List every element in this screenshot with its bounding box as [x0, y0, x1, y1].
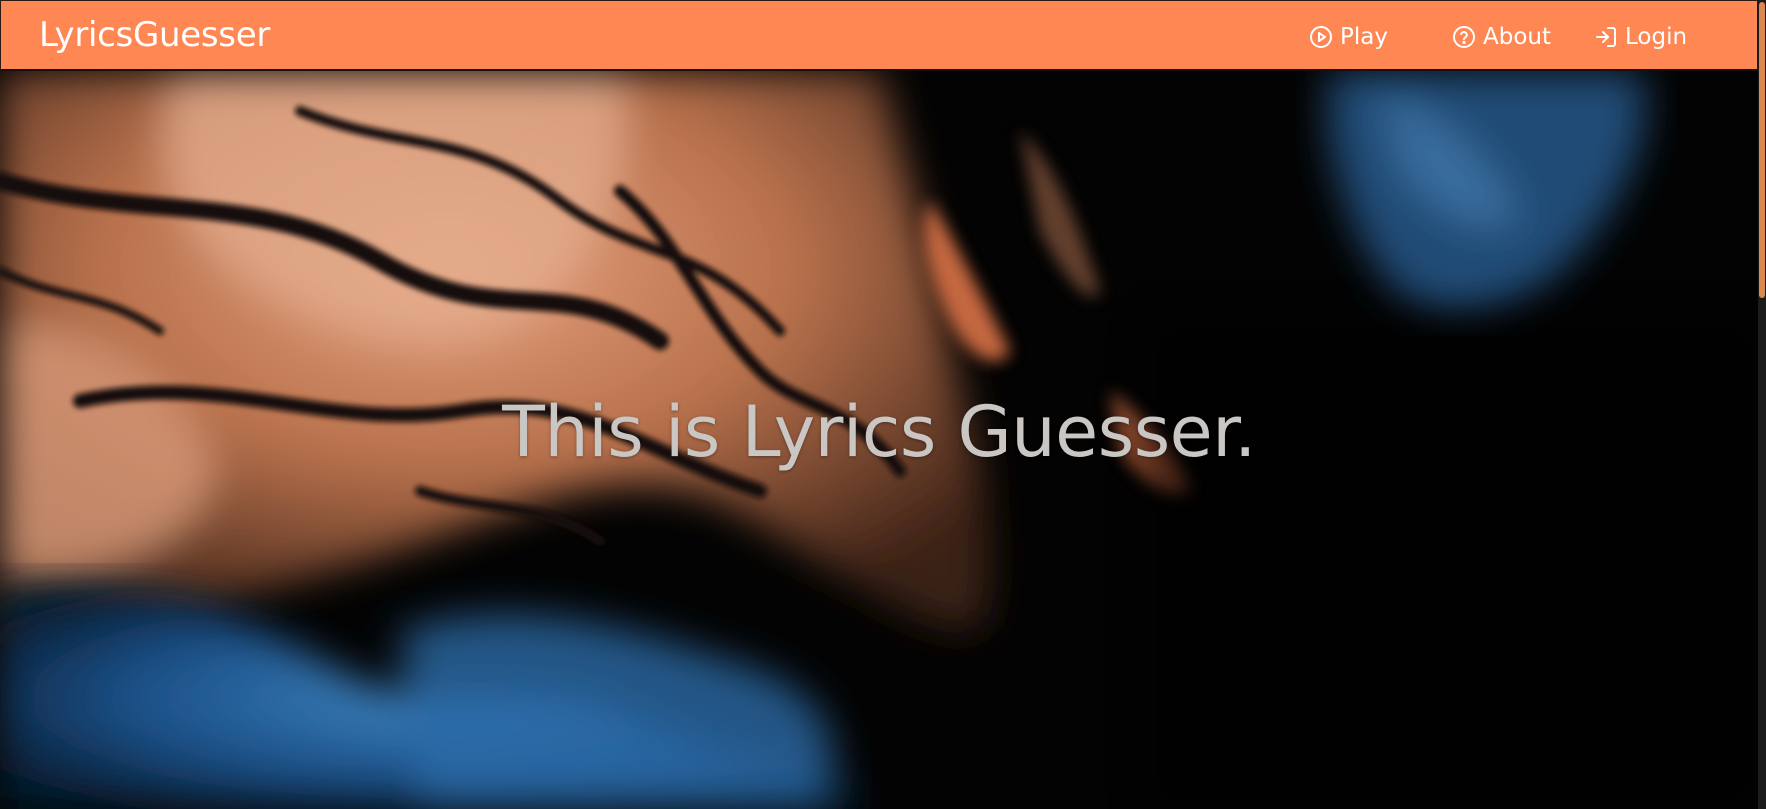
login-arrow-icon	[1596, 27, 1616, 47]
question-circle-icon	[1453, 26, 1475, 48]
play-circle-icon	[1310, 26, 1332, 48]
scrollbar-thumb[interactable]	[1759, 2, 1765, 298]
nav-login-link[interactable]: Login	[1594, 21, 1687, 53]
nav-play-link[interactable]: Play	[1309, 21, 1388, 53]
nav-about-label: About	[1483, 24, 1552, 50]
hero-section: This is Lyrics Guesser.	[0, 71, 1758, 809]
nav-login-label: Login	[1625, 24, 1688, 50]
brand-logo-link[interactable]: LyricsGuesser	[39, 15, 270, 55]
hero-title: This is Lyrics Guesser.	[502, 391, 1256, 473]
nav-about-link[interactable]: About	[1452, 21, 1551, 53]
nav-play-label: Play	[1340, 24, 1388, 50]
top-navbar: LyricsGuesser Play About Login	[0, 0, 1758, 71]
